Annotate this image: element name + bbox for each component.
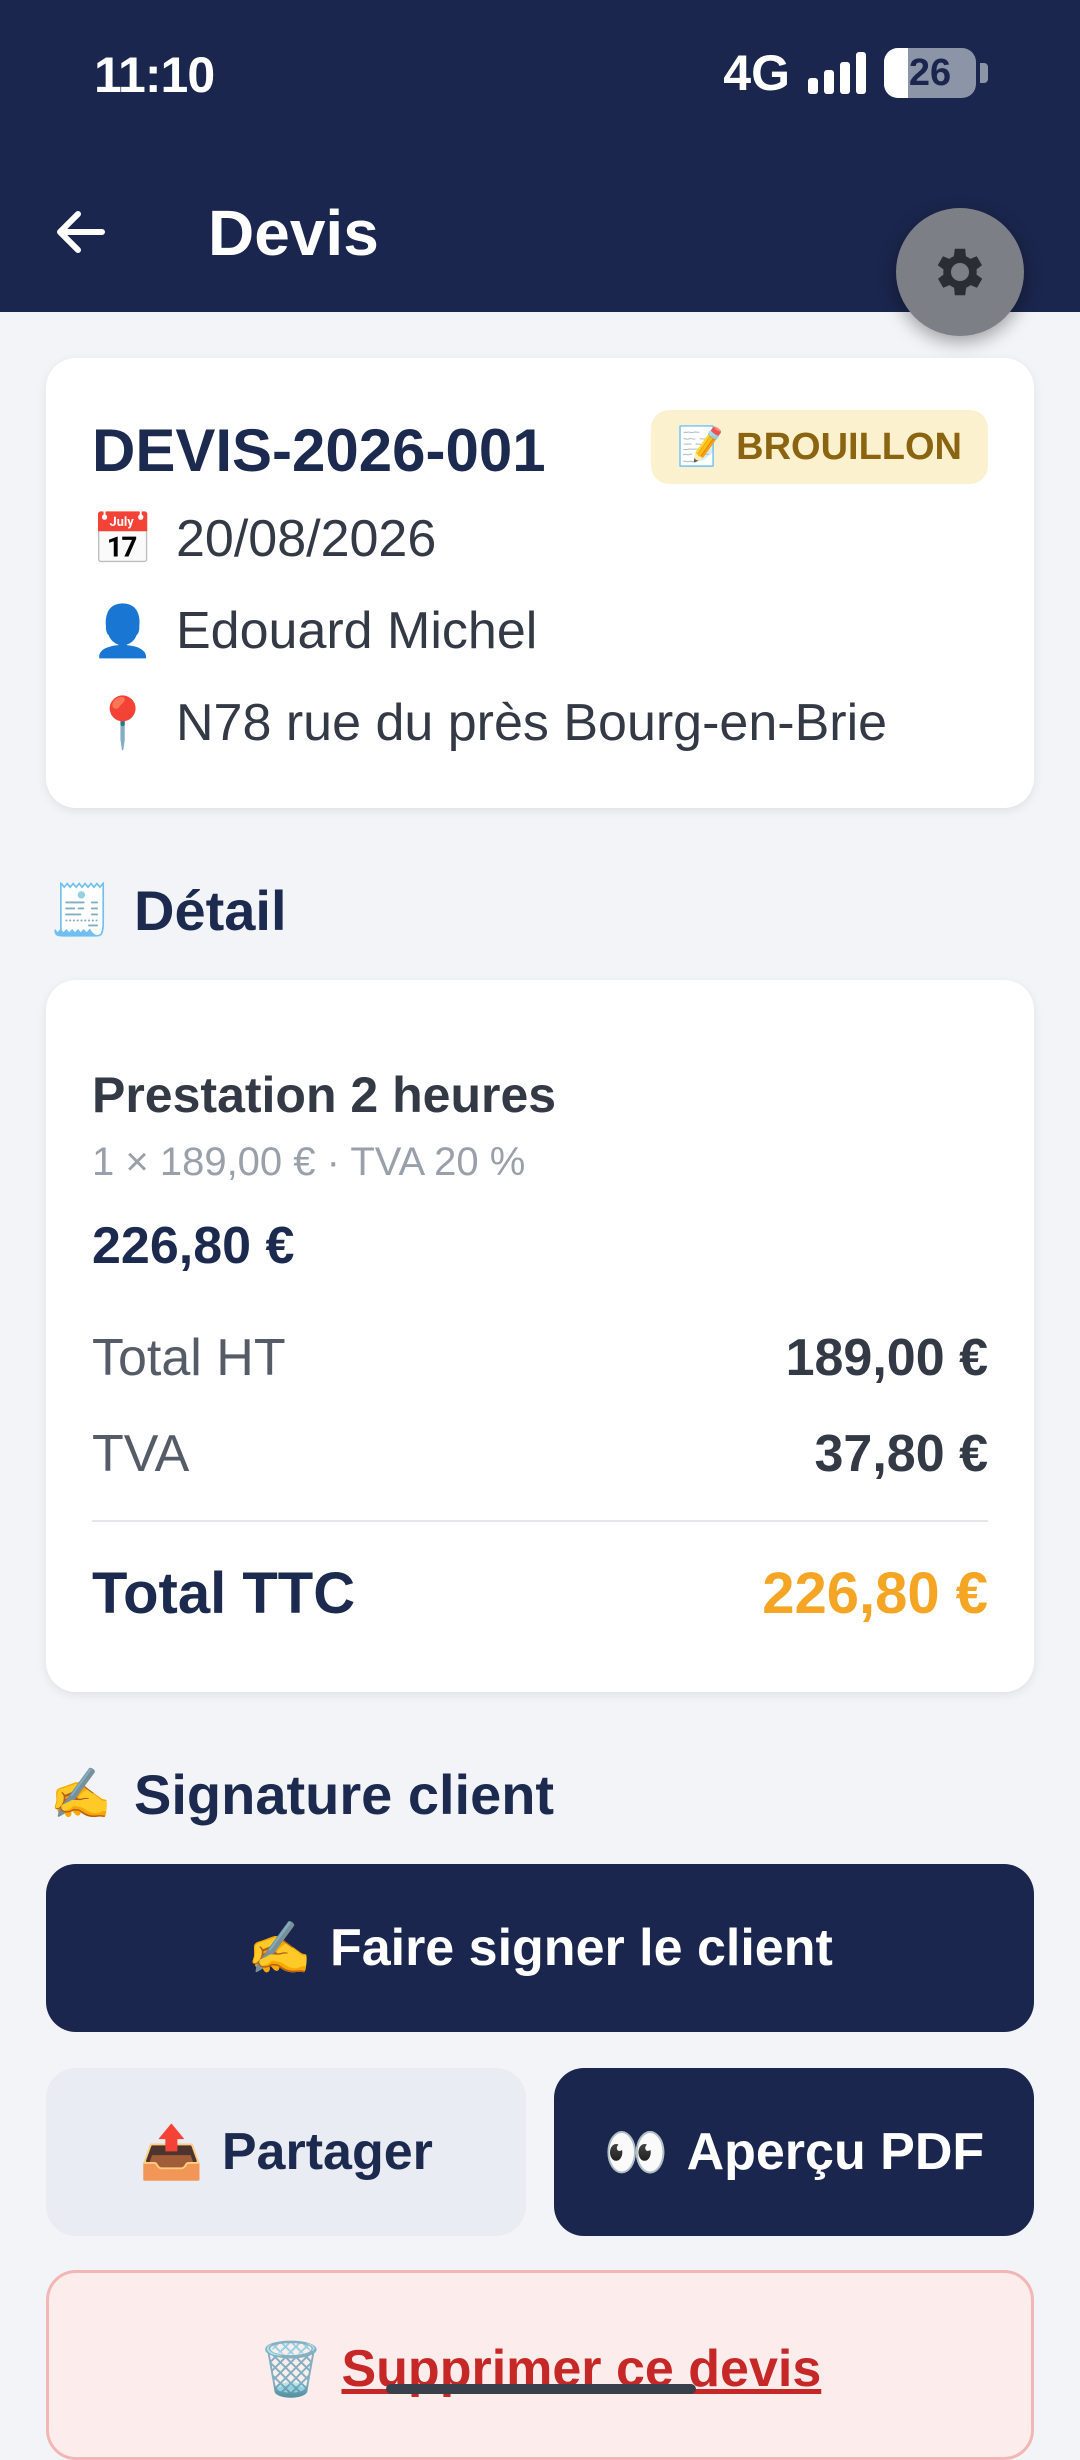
receipt-icon: 🧾 (49, 882, 113, 938)
total-ttc-row: Total TTC 226,80 € (92, 1560, 988, 1627)
total-ht-label: Total HT (92, 1329, 286, 1387)
detail-title-text: Détail (134, 879, 287, 942)
battery-level: 26 (908, 52, 952, 94)
memo-icon: 📝 (676, 426, 725, 468)
eyes-icon: 👀 (603, 2123, 669, 2182)
item-total: 226,80 € (92, 1217, 295, 1275)
quote-client: Edouard Michel (176, 602, 538, 660)
network-type: 4G (723, 45, 790, 101)
quote-address: N78 rue du près Bourg-en-Brie (176, 694, 888, 752)
item-name: Prestation 2 heures (92, 1067, 557, 1123)
detail-card: Prestation 2 heures 1 × 189,00 € · TVA 2… (46, 980, 1034, 1692)
status-time: 11:10 (94, 47, 215, 103)
quote-date: 20/08/2026 (176, 510, 437, 568)
status-badge: 📝 BROUILLON (650, 410, 988, 484)
item-meta: 1 × 189,00 € · TVA 20 % (92, 1140, 526, 1184)
status-badge-label: BROUILLON (736, 425, 962, 468)
share-button[interactable]: 📤 Partager (46, 2068, 526, 2236)
preview-pdf-label: Aperçu PDF (686, 2123, 985, 2181)
detail-section-title: 🧾 Détail (50, 878, 287, 943)
total-ht-value: 189,00 € (785, 1329, 988, 1387)
outbox-icon: 📤 (139, 2123, 204, 2182)
status-icons: 4G 26 (723, 44, 988, 102)
calendar-icon: 📅 (91, 510, 155, 567)
totals-divider (92, 1520, 988, 1522)
sign-client-label: Faire signer le client (329, 1919, 833, 1977)
tva-label: TVA (92, 1425, 190, 1483)
quote-info-card: DEVIS-2026-001 📝 BROUILLON 📅 20/08/2026 … (46, 358, 1034, 808)
trash-icon: 🗑️ (258, 2341, 324, 2399)
total-ttc-label: Total TTC (92, 1561, 356, 1626)
signature-section-title: ✍️ Signature client (50, 1762, 554, 1827)
settings-button[interactable] (896, 208, 1024, 336)
total-ht-row: Total HT 189,00 € (92, 1328, 988, 1388)
preview-pdf-button[interactable]: 👀 Aperçu PDF (554, 2068, 1034, 2236)
tva-row: TVA 37,80 € (92, 1424, 988, 1484)
share-label: Partager (221, 2123, 433, 2181)
gear-icon (937, 248, 983, 296)
battery-tip (980, 63, 988, 83)
total-ttc-value: 226,80 € (762, 1561, 988, 1626)
quote-client-row: 👤 Edouard Michel (92, 600, 537, 662)
sign-client-button[interactable]: ✍️ Faire signer le client (46, 1864, 1034, 2032)
battery-icon: 26 (884, 48, 976, 98)
quote-date-row: 📅 20/08/2026 (92, 508, 436, 570)
quote-number: DEVIS-2026-001 (92, 417, 546, 484)
home-indicator[interactable] (386, 2384, 696, 2394)
signature-title-text: Signature client (134, 1763, 555, 1826)
page-title: Devis (208, 197, 379, 269)
delete-quote-button[interactable]: 🗑️ Supprimer ce devis (46, 2270, 1034, 2460)
back-arrow-icon[interactable] (50, 202, 110, 262)
writing-hand-icon: ✍️ (247, 1919, 312, 1978)
pin-icon: 📍 (91, 694, 155, 751)
writing-hand-icon: ✍️ (49, 1766, 113, 1822)
quote-address-row: 📍 N78 rue du près Bourg-en-Brie (92, 692, 887, 754)
person-icon: 👤 (91, 602, 155, 659)
tva-value: 37,80 € (814, 1425, 989, 1483)
signal-icon (808, 52, 866, 94)
